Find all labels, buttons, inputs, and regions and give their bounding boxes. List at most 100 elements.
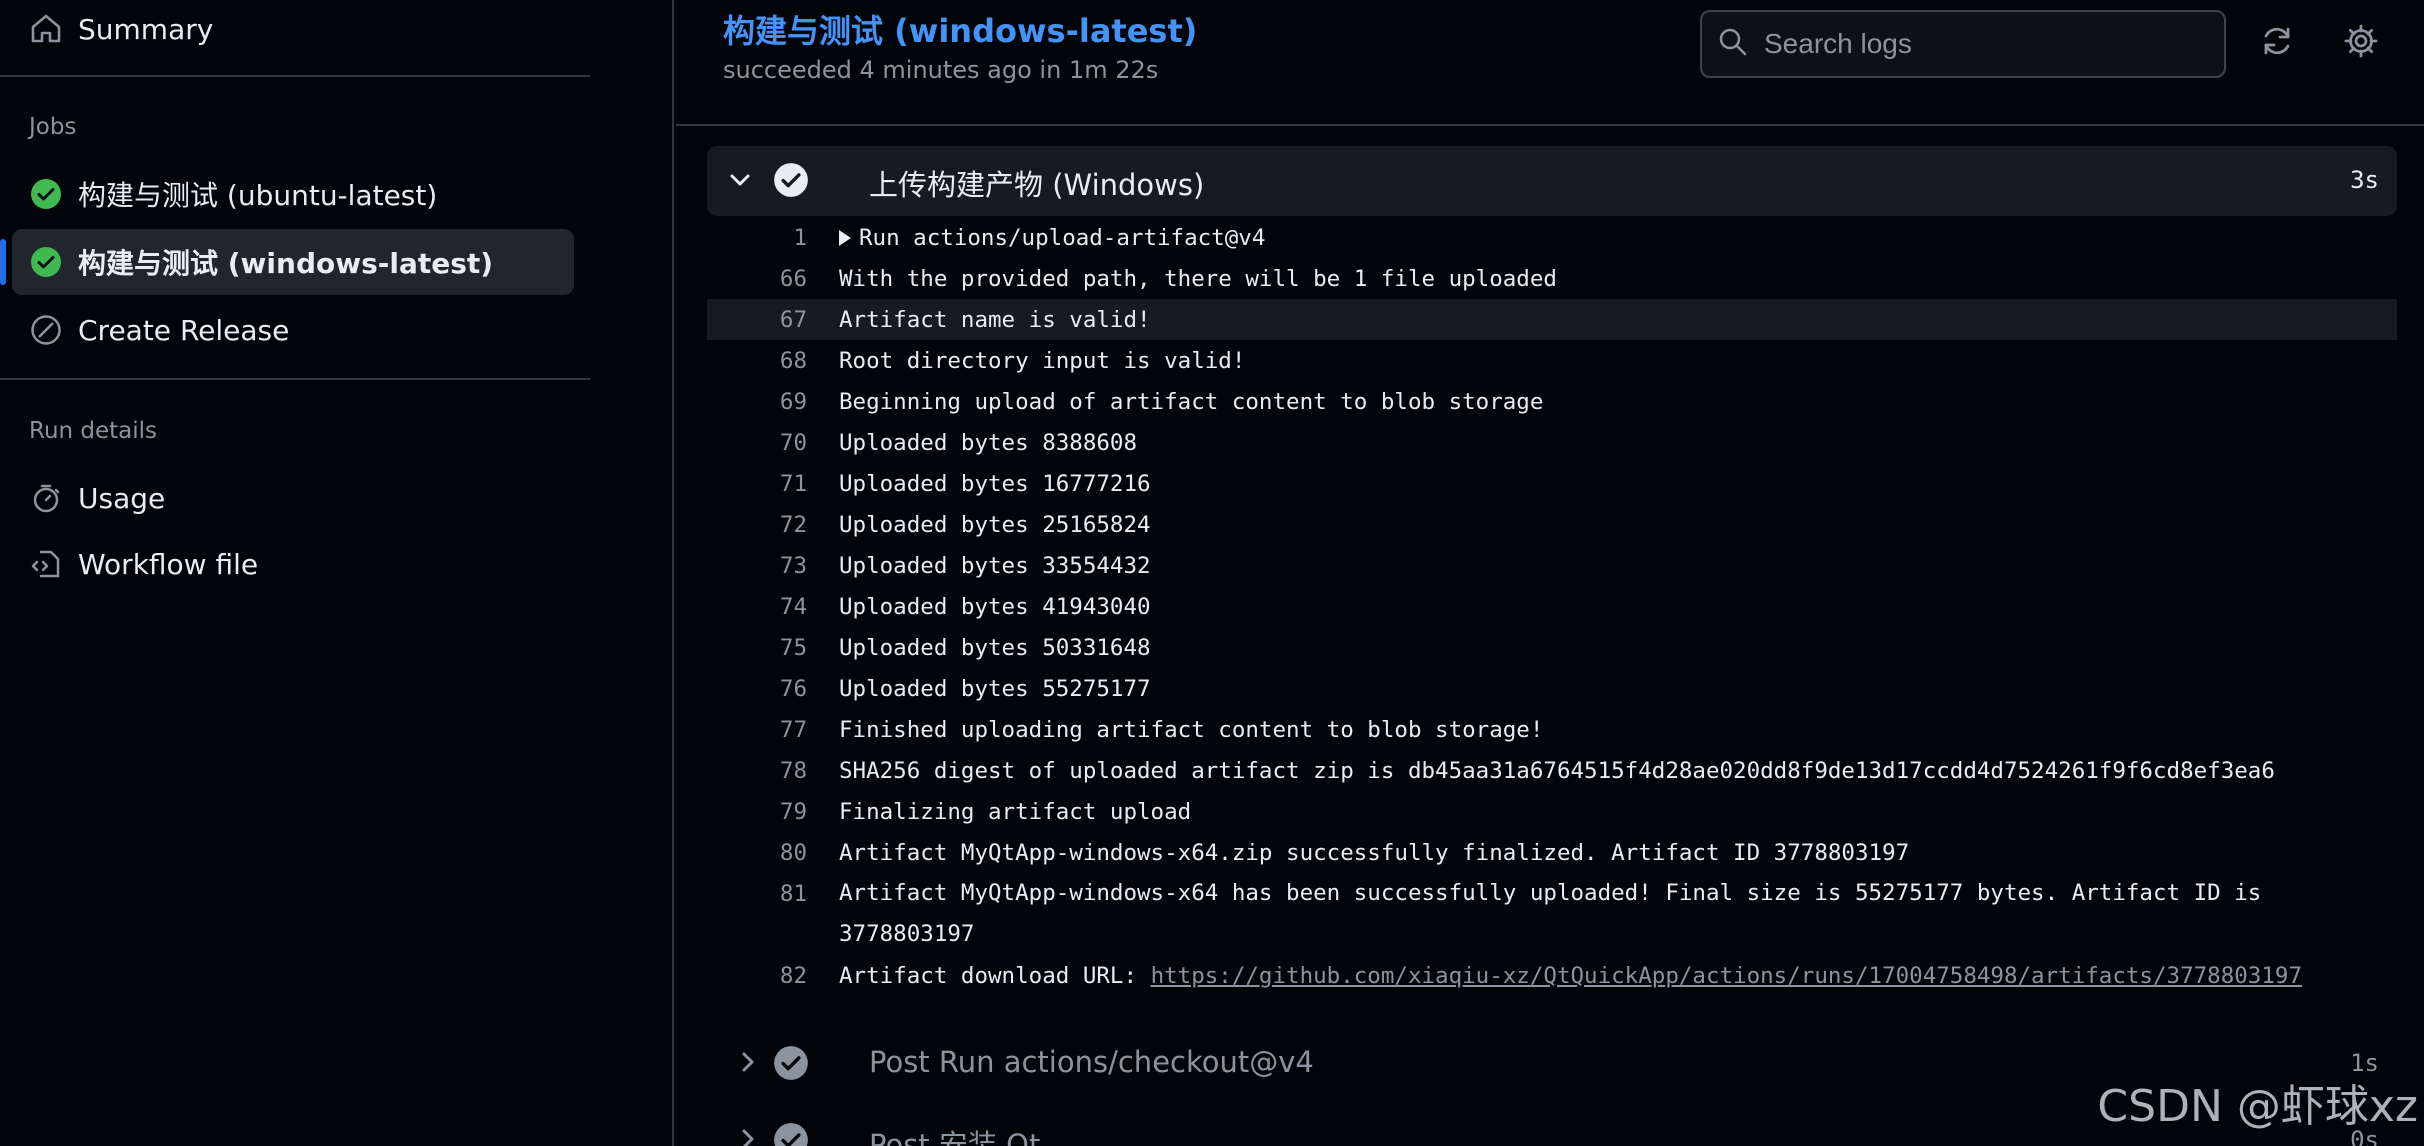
line-number[interactable]: 74 (707, 594, 807, 620)
search-logs-input[interactable] (1764, 28, 2204, 60)
sidebar-item-label: 构建与测试 (ubuntu-latest) (78, 179, 438, 212)
log-line[interactable]: 80 Artifact MyQtApp-windows-x64.zip succ… (707, 832, 2397, 873)
line-number[interactable]: 75 (707, 635, 807, 661)
sidebar-item-label: 构建与测试 (windows-latest) (78, 247, 494, 280)
log-line[interactable]: 70 Uploaded bytes 8388608 (707, 422, 2397, 463)
sidebar-divider (0, 75, 590, 77)
line-number[interactable]: 77 (707, 717, 807, 743)
settings-button[interactable] (2338, 20, 2384, 66)
log-text-wrap: Run actions/upload-artifact@v4 (839, 225, 1265, 251)
file-code-icon (28, 546, 64, 582)
sidebar-job-create-release[interactable]: Create Release (12, 297, 574, 363)
line-number[interactable]: 76 (707, 676, 807, 702)
step-duration: 3s (2350, 166, 2379, 194)
line-number[interactable]: 66 (707, 266, 807, 292)
log-text: Uploaded bytes 8388608 (839, 429, 1138, 456)
log-text: Artifact download URL: (839, 962, 1151, 989)
log-text: Uploaded bytes 25165824 (839, 511, 1151, 538)
log-text: Uploaded bytes 41943040 (839, 593, 1151, 620)
log-text: SHA256 digest of uploaded artifact zip i… (839, 757, 2275, 784)
line-number[interactable]: 72 (707, 512, 807, 538)
sidebar-item-label: Workflow file (78, 547, 259, 581)
caret-right-icon[interactable] (839, 230, 851, 246)
log-text: Artifact MyQtApp-windows-x64 has been su… (839, 880, 2262, 947)
log-line-highlighted[interactable]: 67 Artifact name is valid! (707, 299, 2397, 340)
job-header: 构建与测试 (windows-latest) succeeded 4 minut… (676, 0, 2424, 126)
line-number[interactable]: 82 (707, 963, 807, 989)
search-logs-box[interactable] (1700, 10, 2226, 78)
check-circle-fill-icon (773, 1122, 809, 1146)
skipped-icon (28, 312, 64, 348)
log-line[interactable]: 77 Finished uploading artifact content t… (707, 709, 2397, 750)
artifact-download-link[interactable]: https://github.com/xiaqiu-xz/QtQuickApp/… (1151, 963, 2302, 989)
log-line[interactable]: 79 Finalizing artifact upload (707, 791, 2397, 832)
watermark: CSDN @虾球xz (2097, 1081, 2418, 1132)
log-text: Uploaded bytes 33554432 (839, 552, 1151, 579)
line-number[interactable]: 68 (707, 348, 807, 374)
jobs-heading: Jobs (29, 114, 77, 140)
log-line[interactable]: 76 Uploaded bytes 55275177 (707, 668, 2397, 709)
log-line[interactable]: 72 Uploaded bytes 25165824 (707, 504, 2397, 545)
log-line[interactable]: 75 Uploaded bytes 50331648 (707, 627, 2397, 668)
line-number[interactable]: 70 (707, 430, 807, 456)
home-icon (28, 11, 64, 47)
chevron-right-icon (733, 1047, 763, 1081)
log-line[interactable]: 66 With the provided path, there will be… (707, 258, 2397, 299)
refresh-button[interactable] (2254, 20, 2300, 66)
job-title: 构建与测试 (windows-latest) (723, 12, 1198, 50)
line-number[interactable]: 80 (707, 840, 807, 866)
log-line[interactable]: 74 Uploaded bytes 41943040 (707, 586, 2397, 627)
check-circle-icon (28, 176, 64, 212)
chevron-down-icon (725, 165, 755, 199)
log-text: Artifact MyQtApp-windows-x64.zip success… (839, 839, 1910, 866)
gear-icon (2344, 24, 2378, 62)
step-name: Post Run actions/checkout@v4 (869, 1045, 1314, 1079)
log-text: Root directory input is valid! (839, 347, 1246, 374)
sidebar-item-usage[interactable]: Usage (12, 465, 574, 531)
sidebar-item-label: Summary (78, 12, 214, 46)
sidebar-job-windows[interactable]: 构建与测试 (windows-latest) (0, 229, 574, 295)
log-line[interactable]: 73 Uploaded bytes 33554432 (707, 545, 2397, 586)
log-line[interactable]: 68 Root directory input is valid! (707, 340, 2397, 381)
log-line[interactable]: 82 Artifact download URL: https://github… (707, 955, 2397, 996)
sidebar-divider (0, 378, 590, 380)
log-line[interactable]: 78 SHA256 digest of uploaded artifact zi… (707, 750, 2397, 791)
step-name: 上传构建产物 (Windows) (869, 168, 1205, 202)
sidebar-item-label: Create Release (78, 313, 290, 347)
line-number[interactable]: 79 (707, 799, 807, 825)
chevron-right-icon (733, 1124, 763, 1146)
log-text-wrap: Artifact download URL: https://github.co… (839, 963, 2302, 989)
line-number[interactable]: 73 (707, 553, 807, 579)
log-text: Finalizing artifact upload (839, 798, 1192, 825)
check-circle-fill-icon (773, 1045, 809, 1085)
sidebar: Summary Jobs 构建与测试 (ubuntu-latest) 构建与测试… (0, 0, 674, 1146)
step-header-upload-artifact[interactable]: 上传构建产物 (Windows) 3s (707, 146, 2397, 216)
line-number[interactable]: 81 (707, 881, 807, 907)
run-details-heading: Run details (29, 418, 158, 444)
line-number[interactable]: 1 (707, 225, 807, 251)
line-number[interactable]: 78 (707, 758, 807, 784)
step-name: Post 安装 Qt (869, 1128, 1041, 1146)
log-text: Beginning upload of artifact content to … (839, 388, 1544, 415)
log-text: Run actions/upload-artifact@v4 (859, 224, 1266, 251)
log-text: Uploaded bytes 55275177 (839, 675, 1151, 702)
log-line[interactable]: 71 Uploaded bytes 16777216 (707, 463, 2397, 504)
sidebar-job-ubuntu[interactable]: 构建与测试 (ubuntu-latest) (12, 161, 574, 227)
sidebar-item-workflow-file[interactable]: Workflow file (12, 531, 574, 597)
line-number[interactable]: 69 (707, 389, 807, 415)
line-number[interactable]: 67 (707, 307, 807, 333)
log-text: Uploaded bytes 50331648 (839, 634, 1151, 661)
log-line[interactable]: 1 Run actions/upload-artifact@v4 (707, 217, 2397, 258)
job-log-panel: 构建与测试 (windows-latest) succeeded 4 minut… (676, 0, 2424, 1146)
active-indicator (0, 239, 6, 285)
search-icon (1718, 27, 1748, 61)
log-line[interactable]: 81 Artifact MyQtApp-windows-x64 has been… (707, 873, 2397, 955)
check-circle-fill-icon (773, 162, 809, 202)
sync-icon (2260, 24, 2294, 62)
check-circle-icon (28, 244, 64, 280)
log-text: Artifact name is valid! (839, 306, 1151, 333)
sidebar-item-summary[interactable]: Summary (12, 0, 574, 62)
line-number[interactable]: 71 (707, 471, 807, 497)
log-text: Finished uploading artifact content to b… (839, 716, 1544, 743)
log-line[interactable]: 69 Beginning upload of artifact content … (707, 381, 2397, 422)
